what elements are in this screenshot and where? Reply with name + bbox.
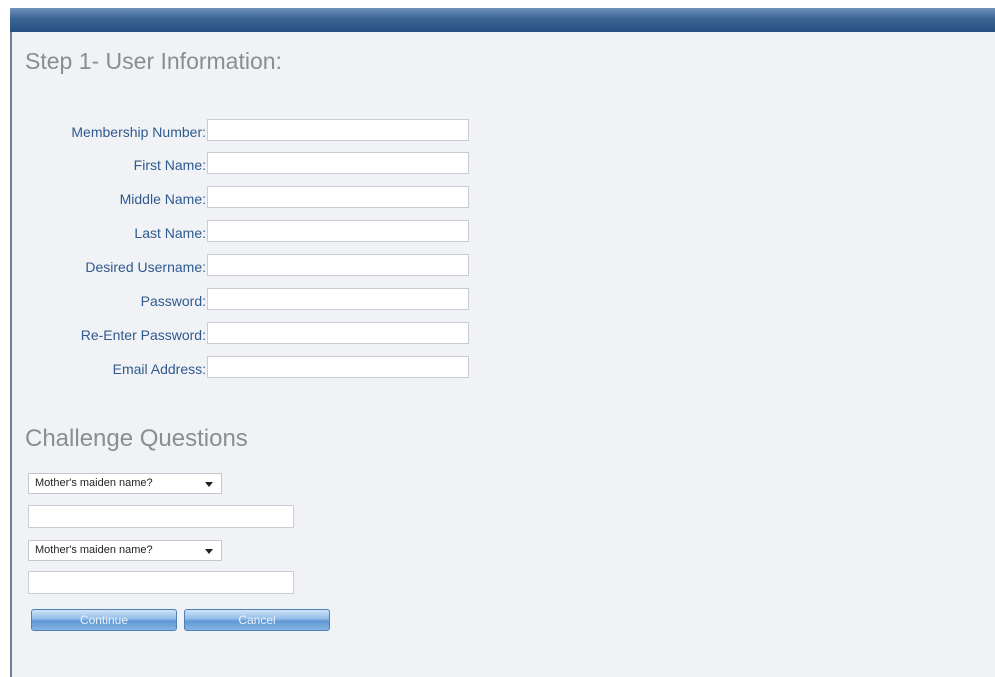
field-row-membership-number: Membership Number: [12, 119, 492, 145]
last-name-input[interactable] [207, 220, 469, 242]
challenge-answer-1-input[interactable] [28, 505, 294, 528]
membership-number-input[interactable] [207, 119, 469, 141]
challenge-question-1-selected: Mother's maiden name? [35, 477, 153, 489]
email-address-label: Email Address: [112, 361, 206, 377]
field-row-password: Password: [12, 288, 492, 314]
last-name-label: Last Name: [134, 225, 206, 241]
challenge-question-2-selected: Mother's maiden name? [35, 544, 153, 556]
field-row-last-name: Last Name: [12, 220, 492, 246]
middle-name-label: Middle Name: [119, 191, 206, 207]
cancel-button[interactable]: Cancel [184, 609, 330, 631]
step-title: Step 1- User Information: [25, 48, 282, 74]
field-row-middle-name: Middle Name: [12, 186, 492, 212]
re-enter-password-label: Re-Enter Password: [80, 327, 206, 343]
chevron-down-icon [205, 549, 213, 554]
first-name-input[interactable] [207, 152, 469, 174]
continue-button[interactable]: Continue [31, 609, 177, 631]
field-row-desired-username: Desired Username: [12, 254, 492, 280]
header-bar [10, 8, 995, 32]
challenge-answer-2-input[interactable] [28, 571, 294, 594]
registration-window: Step 1- User Information: Membership Num… [0, 0, 995, 677]
email-address-input[interactable] [207, 356, 469, 378]
desired-username-input[interactable] [207, 254, 469, 276]
field-row-first-name: First Name: [12, 152, 492, 178]
challenge-question-2-select[interactable]: Mother's maiden name? [28, 540, 222, 561]
password-label: Password: [140, 293, 206, 309]
field-row-re-enter-password: Re-Enter Password: [12, 322, 492, 348]
field-row-email-address: Email Address: [12, 356, 492, 382]
password-input[interactable] [207, 288, 469, 310]
membership-number-label: Membership Number: [71, 124, 206, 140]
first-name-label: First Name: [133, 157, 206, 173]
re-enter-password-input[interactable] [207, 322, 469, 344]
middle-name-input[interactable] [207, 186, 469, 208]
challenge-questions-title: Challenge Questions [25, 425, 248, 452]
desired-username-label: Desired Username: [85, 259, 206, 275]
chevron-down-icon [205, 482, 213, 487]
challenge-question-1-select[interactable]: Mother's maiden name? [28, 473, 222, 494]
